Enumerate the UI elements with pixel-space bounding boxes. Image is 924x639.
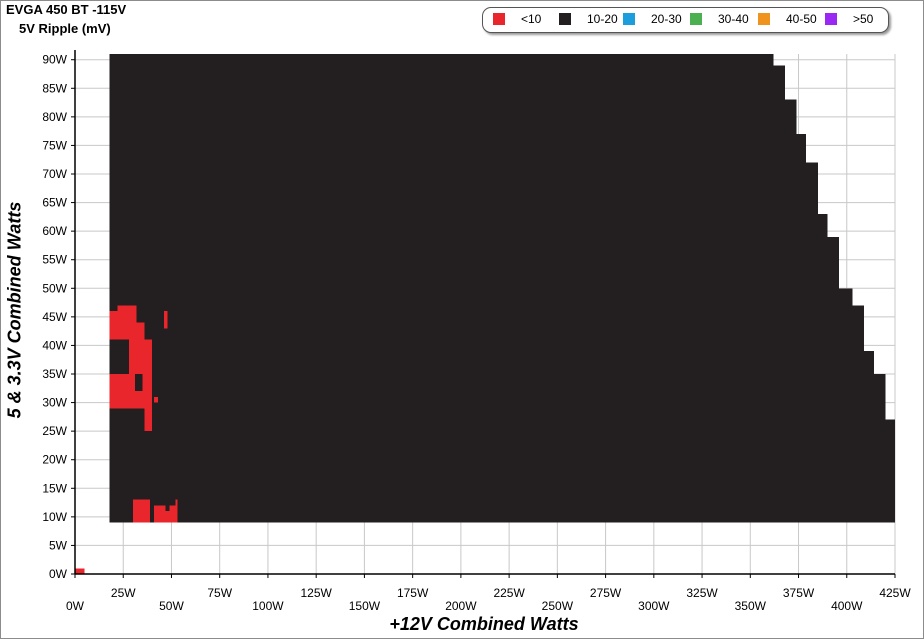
- y-axis-label: 5 & 3.3V Combined Watts: [4, 201, 25, 419]
- y-tick-label: 40W: [42, 338, 67, 352]
- x-tick-label: 25W: [111, 586, 136, 600]
- x-tick-label: 100W: [252, 599, 284, 613]
- heatmap-cell-10-20: [817, 214, 828, 523]
- y-tick-label: 50W: [42, 281, 67, 295]
- x-tick-label: 175W: [397, 586, 429, 600]
- y-tick-label: 85W: [42, 81, 67, 95]
- x-tick-label: 125W: [300, 586, 332, 600]
- y-tick-label: 30W: [42, 396, 67, 410]
- heatmap-cell-lt10: [165, 511, 170, 523]
- x-tick-label: 275W: [590, 586, 622, 600]
- y-tick-label: 25W: [42, 424, 67, 438]
- x-tick-label: 0W: [66, 599, 85, 613]
- heatmap-cell-10-20: [852, 305, 865, 523]
- heatmap-cell-lt10: [154, 505, 166, 523]
- y-tick-label: 0W: [49, 567, 68, 581]
- x-axis-label: +12V Combined Watts: [389, 614, 579, 634]
- x-tick-label: 300W: [638, 599, 670, 613]
- heatmap-cell-lt10: [154, 396, 158, 403]
- heatmap-cell-10-20: [796, 134, 807, 523]
- y-tick-label: 80W: [42, 110, 67, 124]
- x-tick-label: 350W: [735, 599, 767, 613]
- heatmap-cell-lt10: [109, 374, 130, 409]
- heatmap-cell-lt10: [109, 311, 137, 340]
- y-tick-label: 60W: [42, 224, 67, 238]
- heatmap-cell-10-20: [864, 351, 874, 523]
- y-tick-label: 75W: [42, 138, 67, 152]
- heatmap-cell-10-20: [134, 374, 143, 392]
- y-tick-label: 20W: [42, 453, 67, 467]
- heatmap-cell-10-20: [806, 162, 818, 523]
- x-tick-label: 75W: [207, 586, 232, 600]
- heatmap-cell-10-20: [827, 236, 840, 523]
- heatmap-chart: 0W 5W 10W 15W 20W 25W 30W 35W 40W 45W 50W 55W 60W 65W…: [42, 50, 911, 613]
- y-tick-label: 90W: [42, 53, 67, 67]
- heatmap-cell-lt10: [163, 311, 168, 329]
- x-tick-label: 200W: [445, 599, 477, 613]
- x-tick-label: 150W: [349, 599, 381, 613]
- heatmap-cell-lt10: [75, 568, 85, 574]
- x-tick-label: 325W: [686, 586, 718, 600]
- y-tick-label: 55W: [42, 253, 67, 267]
- heatmap-cell-lt10: [117, 305, 137, 312]
- x-tick-label: 375W: [783, 586, 815, 600]
- y-tick-label: 10W: [42, 510, 67, 524]
- y-tick-label: 35W: [42, 367, 67, 381]
- x-tick-label: 250W: [542, 599, 574, 613]
- x-tick-label: 50W: [159, 599, 184, 613]
- x-tick-label: 225W: [493, 586, 525, 600]
- y-tick-label: 15W: [42, 481, 67, 495]
- heatmap-cell-lt10: [175, 499, 178, 523]
- heatmap-cell-lt10: [144, 408, 153, 432]
- y-tick-label: 45W: [42, 310, 67, 324]
- heatmap-cell-lt10: [132, 499, 151, 523]
- y-tick-label: 65W: [42, 196, 67, 210]
- heatmap-cell-10-20: [785, 99, 797, 523]
- x-tick-label: 400W: [831, 599, 863, 613]
- heatmap-cell-10-20: [839, 288, 853, 523]
- heatmap-cell-lt10: [136, 322, 145, 340]
- y-tick-label: 5W: [49, 538, 68, 552]
- heatmap-cell-10-20: [109, 54, 774, 523]
- heatmap-cell-10-20: [873, 374, 886, 523]
- x-tick-label: 425W: [879, 586, 911, 600]
- heatmap-cell-10-20: [773, 65, 786, 523]
- heatmap-cell-10-20: [885, 419, 895, 523]
- heatmap-cell-lt10: [169, 505, 176, 523]
- y-tick-label: 70W: [42, 167, 67, 181]
